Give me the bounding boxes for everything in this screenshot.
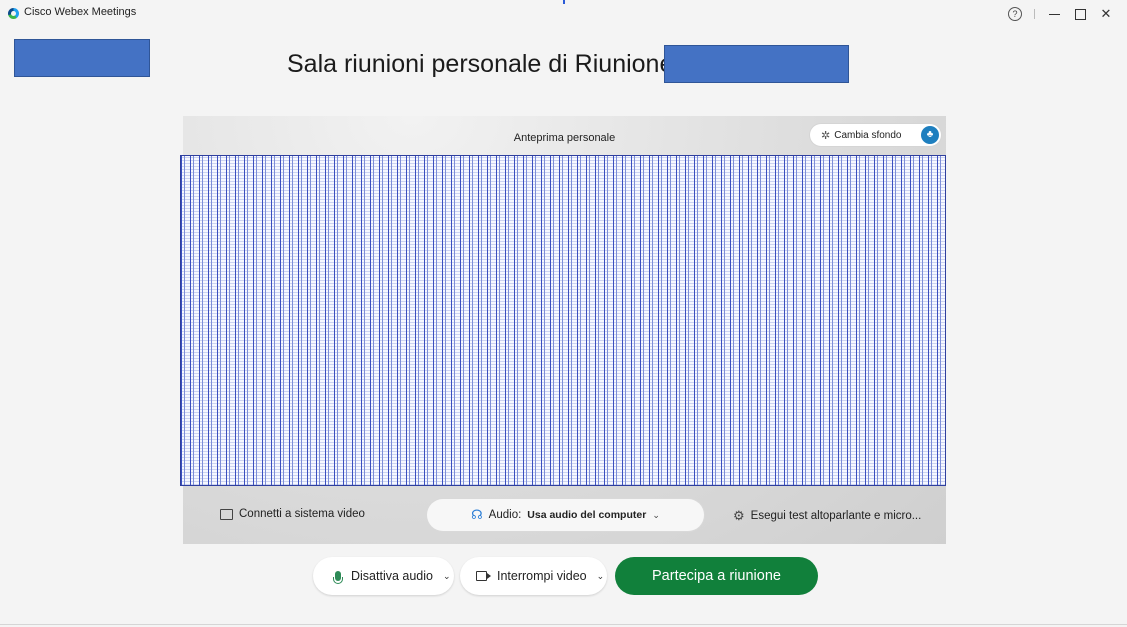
separator [1034,9,1035,19]
webex-logo-icon [8,8,19,19]
connect-video-system-button[interactable]: Connetti a sistema video [220,508,365,520]
minimize-button[interactable] [1041,5,1067,23]
title-bar: Cisco Webex Meetings ? ✕ [0,0,1127,30]
stop-video-button[interactable]: Interrompi video ⌄ [460,557,607,595]
magic-wand-icon: ✲ [821,129,831,142]
maximize-icon [1074,8,1086,20]
headset-icon: ☊ [471,507,483,522]
chevron-down-icon: ⌄ [652,509,660,520]
chevron-down-icon[interactable]: ⌄ [597,571,605,582]
mute-audio-button[interactable]: Disattiva audio ⌄ [313,557,454,595]
close-icon: ✕ [1100,6,1112,21]
join-meeting-button[interactable]: Partecipa a riunione [615,557,818,595]
mute-label: Disattiva audio [351,569,433,583]
preview-toolbar: Connetti a sistema video ☊ Audio: Usa au… [183,497,946,537]
page-title: Sala riunioni personale di Riunione [287,50,674,78]
audio-prefix: Audio: [488,509,522,521]
change-background-button[interactable]: ✲ Cambia sfondo ♣ [810,124,941,146]
microphone-icon [333,571,343,584]
audio-selector[interactable]: ☊ Audio: Usa audio del computer ⌄ [427,499,704,531]
app-title: Cisco Webex Meetings [24,6,137,18]
help-icon: ? [1008,7,1022,21]
help-button[interactable]: ? [1002,5,1028,23]
audio-value: Usa audio del computer [527,509,647,521]
test-label: Esegui test altoparlante e micro... [750,510,922,522]
video-camera-icon [476,571,487,581]
close-button[interactable]: ✕ [1093,5,1119,23]
window-controls: ? ✕ [1002,5,1119,23]
test-speaker-mic-button[interactable]: ⚙ Esegui test altoparlante e micro... [733,508,921,524]
redacted-avatar-block [14,39,150,77]
redacted-name-block [664,45,849,83]
video-label: Interrompi video [497,569,587,583]
minimize-icon [1048,13,1060,15]
focus-marker [563,0,565,4]
connect-label: Connetti a sistema video [239,508,365,520]
redacted-video-preview [180,155,946,486]
tree-icon[interactable]: ♣ [921,126,939,144]
chevron-down-icon[interactable]: ⌄ [443,571,451,582]
divider [0,624,1127,625]
maximize-button[interactable] [1067,5,1093,23]
change-background-label: Cambia sfondo [834,129,902,141]
gear-icon: ⚙ [733,508,745,523]
cast-icon [220,508,233,520]
